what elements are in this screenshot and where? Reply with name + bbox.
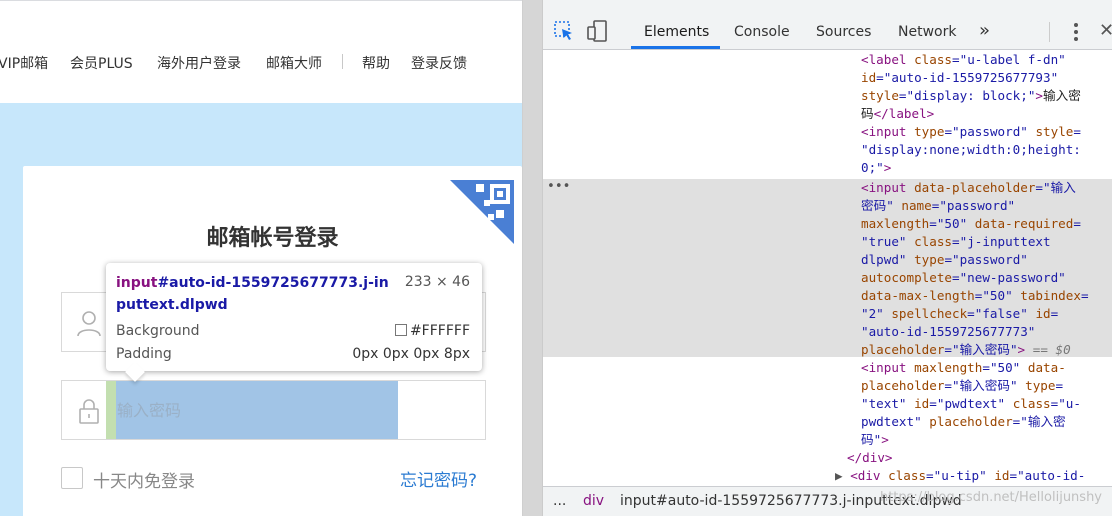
dom-line[interactable]: ▶ <div class="u-tip" id="auto-id- (835, 467, 1085, 485)
tooltip-background-value: #FFFFFF (394, 323, 470, 339)
nav-login-feedback[interactable]: 登录反馈 (411, 53, 467, 73)
dom-tree: ••• <label class="u-label f-dn" id="auto… (543, 50, 1112, 486)
tooltip-padding-label: Padding (116, 346, 172, 362)
dom-line[interactable]: <input type="password" style= (861, 123, 1081, 141)
remember-checkbox[interactable] (61, 467, 83, 489)
dom-line[interactable]: "text" id="pwdtext" class="u- (861, 395, 1081, 413)
screen-root: { "page": { "nav_items": ["VIP邮箱", "会员PL… (0, 0, 1112, 516)
dom-line[interactable]: id="auto-id-1559725677793" (861, 69, 1058, 87)
toolbar-divider (1049, 22, 1050, 42)
dom-line[interactable]: placeholder="输入密码" type= (861, 377, 1063, 395)
device-toolbar-icon[interactable] (586, 20, 608, 42)
dom-line[interactable]: 0;"> (861, 159, 891, 177)
password-field[interactable] (61, 380, 486, 440)
tab-elements[interactable]: Elements (644, 24, 709, 40)
dom-line-selected[interactable]: 密码" name="password" (861, 197, 1015, 215)
tab-console[interactable]: Console (734, 24, 790, 40)
dom-line[interactable]: 码"> (861, 431, 889, 449)
color-swatch (394, 324, 407, 336)
dom-line-selected[interactable]: data-max-length="50" tabindex= (861, 287, 1089, 305)
nav-vip-mail[interactable]: VIP邮箱 (0, 53, 48, 73)
dom-line-selected[interactable]: maxlength="50" data-required= (861, 215, 1081, 233)
tooltip-background-hex: #FFFFFF (409, 323, 470, 339)
dom-line[interactable]: </div> (847, 449, 893, 467)
more-tabs-icon[interactable]: » (979, 20, 990, 41)
tab-network[interactable]: Network (898, 24, 956, 40)
dom-line[interactable]: 码</label> (861, 105, 934, 123)
devtools-panel: Elements Console Sources Network » ✕ •••… (542, 0, 1112, 516)
tooltip-size: 233 × 46 (404, 274, 470, 290)
forgot-password-link[interactable]: 忘记密码? (400, 466, 477, 491)
top-nav: VIP邮箱 会员PLUS 海外用户登录 邮箱大师 帮助 登录反馈 (0, 1, 522, 103)
active-tab-indicator (631, 46, 720, 49)
dom-line-selected[interactable]: "2" spellcheck="false" id= (861, 305, 1058, 323)
inspect-element-icon[interactable] (553, 20, 575, 42)
dom-line[interactable]: <label class="u-label f-dn" (861, 51, 1066, 69)
nav-member-plus[interactable]: 会员PLUS (70, 53, 133, 73)
node-actions-icon[interactable]: ••• (547, 178, 570, 196)
tooltip-tag: input (116, 275, 158, 291)
dom-line-selected[interactable]: autocomplete="new-password" (861, 269, 1066, 287)
dom-line[interactable]: pwdtext" placeholder="输入密 (861, 413, 1066, 431)
close-icon[interactable]: ✕ (1099, 20, 1112, 41)
tooltip-background-label: Background (116, 323, 200, 339)
inspect-tooltip: input#auto-id-1559725677773.j-inputtext.… (106, 263, 482, 371)
dom-line-selected[interactable]: dlpwd" type="password" (861, 251, 1028, 269)
tooltip-padding-value: 0px 0px 0px 8px (352, 346, 470, 362)
nav-overseas-login[interactable]: 海外用户登录 (157, 53, 241, 73)
page-viewport: VIP邮箱 会员PLUS 海外用户登录 邮箱大师 帮助 登录反馈 邮箱帐号登录 (0, 0, 522, 516)
dom-line[interactable]: "display:none;width:0;height: (861, 141, 1081, 159)
tooltip-selector: input#auto-id-1559725677773.j-inputtext.… (116, 272, 396, 316)
dom-line-selected[interactable]: <input data-placeholder="输入 (861, 179, 1076, 197)
inspect-padding-highlight (106, 381, 116, 439)
dom-line[interactable]: style="display: block;">输入密 (861, 87, 1081, 105)
login-title: 邮箱帐号登录 (206, 226, 339, 251)
dom-line[interactable]: <input maxlength="50" data- (861, 359, 1066, 377)
breadcrumb-ellipsis[interactable]: ... (553, 493, 566, 509)
devtools-toolbar: Elements Console Sources Network » ✕ (543, 0, 1112, 50)
tooltip-id-classes: #auto-id-1559725677773.j-inputtext.dlpwd (116, 275, 389, 313)
watermark: https://blog.csdn.net/Hellolijunshy (879, 490, 1102, 505)
lock-icon (76, 397, 102, 425)
vertical-scrollbar[interactable] (522, 0, 542, 516)
dom-line-selected[interactable]: placeholder="输入密码"> == $0 (861, 341, 1071, 359)
tab-sources[interactable]: Sources (816, 24, 871, 40)
user-icon (76, 309, 102, 337)
password-input[interactable] (117, 381, 398, 439)
more-vert-icon[interactable] (1073, 22, 1079, 42)
nav-help[interactable]: 帮助 (362, 53, 390, 73)
dom-line-selected[interactable]: "true" class="j-inputtext (861, 233, 1051, 251)
remember-label: 十天内免登录 (93, 472, 195, 492)
nav-mail-master[interactable]: 邮箱大师 (266, 53, 322, 73)
nav-separator (342, 54, 343, 69)
dom-line-selected[interactable]: "auto-id-1559725677773" (861, 323, 1035, 341)
breadcrumb-div[interactable]: div (583, 493, 604, 509)
